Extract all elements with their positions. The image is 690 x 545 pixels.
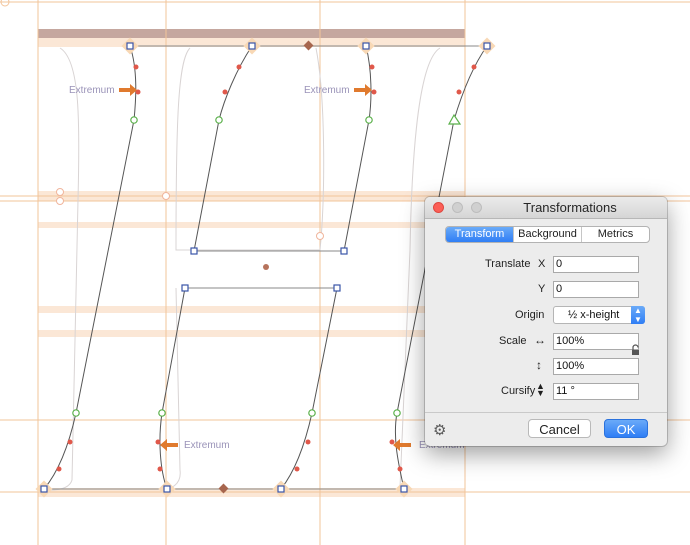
tab-metrics[interactable]: Metrics bbox=[582, 227, 649, 242]
extremum-label: Extremum bbox=[69, 85, 115, 96]
tab-transform[interactable]: Transform bbox=[446, 227, 514, 242]
background-outline bbox=[49, 47, 441, 491]
dialog-titlebar[interactable]: Transformations bbox=[425, 197, 667, 219]
cursify-stepper-icon[interactable]: ▲ ▼ bbox=[536, 382, 545, 398]
tab-bar: Transform Background Metrics bbox=[445, 226, 650, 243]
origin-label: Origin bbox=[515, 309, 545, 321]
scale-label: Scale bbox=[499, 335, 527, 347]
footer-divider bbox=[425, 412, 667, 413]
scale-vertical-field[interactable]: 100% bbox=[553, 358, 639, 375]
chevron-updown-icon: ▲ ▼ bbox=[631, 306, 645, 324]
ok-button[interactable]: OK bbox=[604, 419, 648, 438]
zone-4 bbox=[38, 330, 465, 337]
anchor-center[interactable] bbox=[263, 264, 269, 270]
vertical-arrows-icon: ↕ bbox=[536, 358, 542, 372]
extremum-label: Extremum bbox=[304, 85, 350, 96]
translate-x-field[interactable]: 0 bbox=[553, 256, 639, 273]
dialog-title: Transformations bbox=[523, 200, 617, 215]
y-label: Y bbox=[538, 283, 546, 295]
cancel-button[interactable]: Cancel bbox=[528, 419, 591, 438]
origin-popup[interactable]: ½ x-height ▲ ▼ bbox=[553, 306, 645, 324]
translate-label: Translate bbox=[485, 258, 531, 270]
horizontal-arrows-icon: ↔ bbox=[534, 333, 546, 347]
transformations-dialog: Transformations Transform Background Met… bbox=[425, 197, 667, 446]
x-label: X bbox=[538, 258, 546, 270]
scale-horizontal-field[interactable]: 100% bbox=[553, 333, 639, 350]
cap-zone-dark bbox=[38, 29, 465, 38]
zone-3 bbox=[38, 306, 465, 313]
unlocked-lock-icon[interactable] bbox=[631, 344, 641, 356]
extremum-label: Extremum bbox=[184, 440, 230, 451]
guide-origin bbox=[0, 0, 10, 7]
translate-y-field[interactable]: 0 bbox=[553, 281, 639, 298]
smooth-nodes[interactable] bbox=[72, 116, 401, 417]
start-node-triangle[interactable] bbox=[447, 113, 462, 125]
cursify-label: Cursify bbox=[501, 385, 536, 397]
origin-value: ½ x-height bbox=[568, 309, 620, 321]
zone-2 bbox=[38, 222, 465, 228]
cursify-field[interactable]: 11 ° bbox=[553, 383, 639, 400]
tab-background[interactable]: Background bbox=[514, 227, 582, 242]
gear-icon[interactable]: ⚙ bbox=[433, 421, 446, 439]
